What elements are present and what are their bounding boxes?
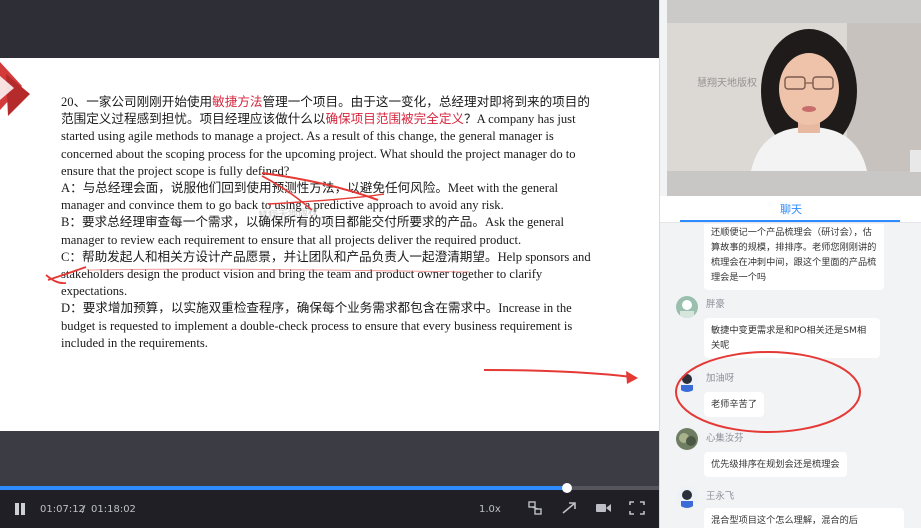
tab-chat[interactable]: 聊天 bbox=[660, 201, 921, 217]
option-d: D：要求增加预算，以实施双重检查程序，确保每个业务需求都包含在需求中。Incre… bbox=[61, 301, 573, 350]
slide-logo-icon bbox=[0, 62, 30, 116]
video-top-band bbox=[0, 0, 659, 58]
option-c: C：帮助发起人和相关方设计产品愿景，并让团队和产品负责人一起澄清期望。Help … bbox=[61, 249, 591, 299]
camera-watermark: 慧翔天地版权 bbox=[697, 78, 757, 89]
avatar bbox=[676, 296, 698, 318]
avatar-icon bbox=[676, 370, 698, 392]
progress-fill bbox=[0, 486, 567, 490]
teacher-video-icon bbox=[667, 23, 921, 171]
time-separator: / bbox=[82, 504, 86, 515]
chat-message: 敏捷中变更需求是和PO相关还是SM相关呢 bbox=[704, 318, 880, 358]
progress-bar[interactable] bbox=[0, 483, 659, 493]
avatar bbox=[676, 370, 698, 392]
camera-icon[interactable] bbox=[594, 500, 612, 516]
chat-username: 王永飞 bbox=[706, 491, 735, 502]
avatar-icon bbox=[676, 428, 698, 450]
progress-knob[interactable] bbox=[561, 483, 572, 493]
avatar bbox=[676, 428, 698, 450]
playback-speed-button[interactable]: 1.0x bbox=[479, 504, 501, 515]
tab-chat-indicator bbox=[680, 220, 900, 222]
chat-tab-bar: 聊天 bbox=[660, 196, 921, 223]
chat-message: 还顺便记一个产品梳理会（研讨会），估算故事的规模，排排序。老师您刚刚讲的梳理会在… bbox=[704, 224, 884, 290]
total-time: 01:18:02 bbox=[91, 504, 136, 515]
current-time: 01:07:12 bbox=[40, 504, 85, 515]
avatar-icon bbox=[676, 486, 698, 508]
pause-icon[interactable] bbox=[13, 502, 27, 516]
question-text: 20、一家公司刚刚开始使用敏捷方法管理一个项目。由于这一变化，总经理对即将到来的… bbox=[61, 94, 601, 352]
chat-message: 优先级排序在规划会还是梳理会 bbox=[704, 452, 847, 477]
teacher-camera: 慧翔天地版权 bbox=[667, 23, 921, 171]
option-a: A：与总经理会面，说服他们回到使用预测性方法，以避免任何风险。Meet with… bbox=[61, 181, 559, 213]
player-controls: 01:07:12 / 01:18:02 1.0x bbox=[0, 483, 659, 528]
annotation-arrow-head bbox=[626, 371, 638, 384]
chat-message: 老师辛苦了 bbox=[704, 392, 764, 417]
avatar bbox=[676, 486, 698, 508]
annotation-arrow bbox=[483, 369, 633, 378]
highlight-agile: 敏捷方法 bbox=[212, 95, 263, 109]
expand-icon[interactable] bbox=[560, 500, 578, 516]
chat-username: 胖豪 bbox=[706, 299, 725, 310]
camera-bottom-bar bbox=[667, 171, 921, 196]
avatar-icon bbox=[676, 296, 698, 318]
option-b: B：要求总经理审查每一个需求，以确保所有的项目都能交付所要求的产品。Ask th… bbox=[61, 215, 565, 247]
question-stem-part: 20、一家公司刚刚开始使用 bbox=[61, 95, 213, 109]
stepper-icon[interactable] bbox=[526, 500, 544, 516]
chat-message: 混合型项目这个怎么理解，混合的后 bbox=[704, 508, 904, 528]
chat-username: 加油呀 bbox=[706, 373, 735, 384]
lecture-slide: 20、一家公司刚刚开始使用敏捷方法管理一个项目。由于这一变化，总经理对即将到来的… bbox=[0, 58, 659, 431]
side-panel: 慧翔天地版权 聊天 还顺便记一个产品梳理会（研讨会），估算故事的规模，排排序。老… bbox=[659, 0, 921, 528]
chat-list[interactable]: 还顺便记一个产品梳理会（研讨会），估算故事的规模，排排序。老师您刚刚讲的梳理会在… bbox=[660, 224, 921, 528]
fullscreen-icon[interactable] bbox=[628, 500, 646, 516]
camera-scroll-handle[interactable] bbox=[910, 150, 921, 172]
camera-top-bar bbox=[667, 0, 921, 23]
chat-username: 心集汝芬 bbox=[706, 433, 744, 444]
highlight-scope: 确保项目范围被完全定义 bbox=[325, 112, 464, 127]
video-player[interactable]: 20、一家公司刚刚开始使用敏捷方法管理一个项目。由于这一变化，总经理对即将到来的… bbox=[0, 0, 659, 528]
question-stem: 20、一家公司刚刚开始使用敏捷方法管理一个项目。由于这一变化，总经理对即将到来的… bbox=[61, 94, 601, 180]
